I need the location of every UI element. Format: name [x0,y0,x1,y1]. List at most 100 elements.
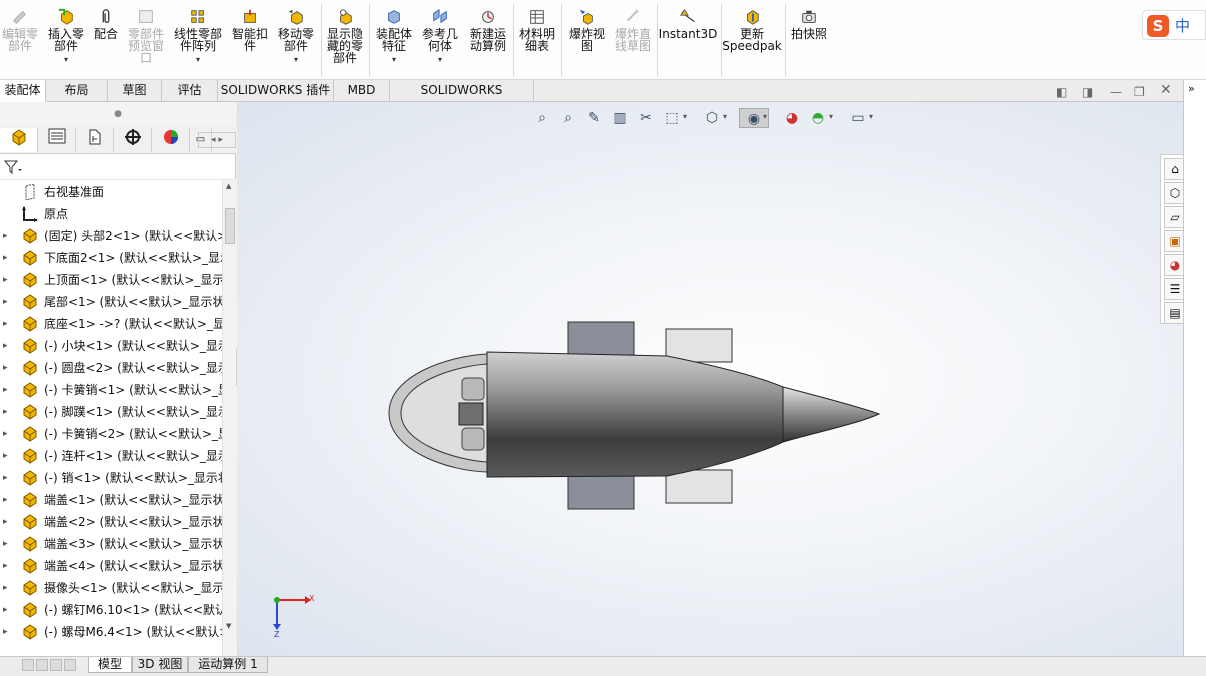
tree-row[interactable]: ▸ (-) 螺钉M6.10<1> (默认<<默认 [0,599,222,621]
tab-assembly[interactable]: 装配体 [0,80,46,102]
restore-icon[interactable]: ❐ [1134,86,1145,98]
tab-layout[interactable]: 布局 [46,80,108,102]
fin-top-left[interactable] [567,321,635,356]
tree-row[interactable]: ▸ (-) 销<1> (默认<<默认>_显示状 [0,467,222,489]
view-settings-icon[interactable]: ▭ [847,108,869,128]
expand-arrow-icon[interactable]: ▸ [3,225,11,247]
assembly-features-button[interactable]: 装配体 特征 ▾ [372,2,416,78]
tree-scrollbar[interactable]: ▲ ▼ [222,180,236,656]
tree-row[interactable]: ▸ 下底面2<1> (默认<<默认>_显示 [0,247,222,269]
instant3d-button[interactable]: Instant3D [658,2,718,78]
property-manager-tab-icon[interactable] [38,128,76,152]
last-tab-icon[interactable] [64,659,76,671]
expand-arrow-icon[interactable]: ▸ [3,577,11,599]
expand-arrow-icon[interactable]: ▸ [3,247,11,269]
servo-top[interactable] [461,377,485,401]
minimize-icon[interactable]: — [1110,86,1122,98]
tree-row[interactable]: ▸ 端盖<1> (默认<<默认>_显示状 [0,489,222,511]
expand-arrow-icon[interactable]: ▸ [3,423,11,445]
expand-arrow-icon[interactable]: ▸ [3,533,11,555]
tree-row[interactable]: ▸ 端盖<4> (默认<<默认>_显示状 [0,555,222,577]
tree-row[interactable]: 右视基准面 [0,181,222,203]
edit-component-button[interactable]: 编辑零 部件 [0,2,40,78]
mate-button[interactable]: 配合 [90,2,122,78]
fin-bottom-left[interactable] [567,475,635,510]
expand-arrow-icon[interactable]: ▸ [3,621,11,643]
next-tab-icon[interactable] [50,659,62,671]
zoom-to-fit-icon[interactable]: ⌕ [531,108,553,128]
move-component-dropdown-icon[interactable]: ▾ [274,54,318,66]
snapshot-button[interactable]: 拍快照 [786,2,832,78]
tree-row[interactable]: ▸ 上顶面<1> (默认<<默认>_显示 [0,269,222,291]
tree-row[interactable]: ▸ (-) 圆盘<2> (默认<<默认>_显示 [0,357,222,379]
graphics-area[interactable]: ⌕ ⌕ ✎ ▥ ✂ ⬚ ▾ ⬡ ▾ ◉ ▾ ◕ ◓ ▾ ▭ ▾ X Z [237,102,1183,656]
apply-scene-icon[interactable]: ◓ [807,108,829,128]
tree-row[interactable]: ▸ (-) 卡簧销<2> (默认<<默认>_显 [0,423,222,445]
tile-right-icon[interactable]: ◨ [1082,86,1093,98]
main-body[interactable] [486,351,784,478]
first-tab-icon[interactable] [22,659,34,671]
tab-evaluate[interactable]: 评估 [162,80,218,102]
reference-geometry-button[interactable]: 参考几 何体 ▾ [418,2,462,78]
insert-component-button[interactable]: 插入零 部件 ▾ [44,2,88,78]
expand-arrow-icon[interactable]: ▸ [3,291,11,313]
dimxpert-tab-icon[interactable] [114,128,152,152]
expand-arrow-icon[interactable]: ▸ [3,269,11,291]
tree-row[interactable]: ▸ 尾部<1> (默认<<默认>_显示状 [0,291,222,313]
panel-grip-icon[interactable]: ● [0,102,236,126]
tab-motion-study-1[interactable]: 运动算例 1 [188,657,268,673]
tree-row[interactable]: ▸ 摄像头<1> (默认<<默认>_显示 [0,577,222,599]
smart-fasteners-button[interactable]: 智能扣 件 [228,2,272,78]
tile-left-icon[interactable]: ◧ [1056,86,1067,98]
expand-arrow-icon[interactable]: ▸ [3,445,11,467]
scene-dropdown-icon[interactable]: ▾ [829,112,833,121]
tree-scroll-thumb[interactable] [225,208,235,244]
ime-indicator[interactable]: S 中 [1142,10,1206,40]
feature-manager-tab-icon[interactable] [0,128,38,152]
fin-bottom-right[interactable] [665,469,733,504]
tree-row[interactable]: ▸ (-) 螺母M6.4<1> (默认<<默认>_ [0,621,222,643]
tree-filter[interactable] [0,154,236,180]
show-hidden-button[interactable]: 显示隐 藏的零 部件 [322,2,368,78]
tree-row[interactable]: ▸ (-) 连杆<1> (默认<<默认>_显示 [0,445,222,467]
prev-tab-icon[interactable] [36,659,48,671]
fin-top-right[interactable] [665,328,733,363]
move-component-button[interactable]: 移动零 部件 ▾ [274,2,318,78]
robot-fish-model[interactable] [387,320,883,510]
tree-row[interactable]: ▸ (-) 脚蹼<1> (默认<<默认>_显示 [0,401,222,423]
tree-row[interactable]: 原点 [0,203,222,225]
expand-task-pane-icon[interactable]: » [1188,82,1195,95]
tree-row[interactable]: ▸ 端盖<3> (默认<<默认>_显示状 [0,533,222,555]
display-style-icon[interactable]: ⬡ [701,108,723,128]
scroll-down-icon[interactable]: ▼ [226,622,231,630]
update-speedpak-button[interactable]: 更新 Speedpak [722,2,782,78]
component-preview-button[interactable]: 零部件 预览窗 口 [124,2,168,78]
tab-3d-views[interactable]: 3D 视图 [132,657,188,673]
display-style-dropdown-icon[interactable]: ▾ [723,112,727,121]
edit-appearance-icon[interactable]: ◕ [781,108,803,128]
configuration-manager-tab-icon[interactable] [76,128,114,152]
linear-pattern-dropdown-icon[interactable]: ▾ [170,54,226,66]
close-icon[interactable]: ✕ [1160,83,1172,97]
expand-arrow-icon[interactable]: ▸ [3,357,11,379]
tab-addins[interactable]: SOLIDWORKS 插件 [218,80,334,102]
expand-arrow-icon[interactable]: ▸ [3,555,11,577]
section-view-icon[interactable]: ▥ [609,108,631,128]
view-orientation-dropdown-icon[interactable]: ▾ [683,112,687,121]
expand-arrow-icon[interactable]: ▸ [3,511,11,533]
tree-row[interactable]: ▸ (-) 小块<1> (默认<<默认>_显示 [0,335,222,357]
expand-arrow-icon[interactable]: ▸ [3,379,11,401]
camera-module[interactable] [458,402,484,426]
tab-inspection[interactable]: SOLIDWORKS Inspection [390,80,534,118]
expand-arrow-icon[interactable]: ▸ [3,489,11,511]
reference-geometry-dropdown-icon[interactable]: ▾ [418,54,462,66]
tab-sketch[interactable]: 草图 [108,80,162,102]
exploded-view-button[interactable]: 爆炸视 图 [564,2,610,78]
linear-pattern-button[interactable]: 线性零部 件阵列 ▾ [170,2,226,78]
tree-row[interactable]: ▸ 底座<1> ->? (默认<<默认>_显 [0,313,222,335]
explode-line-sketch-button[interactable]: 爆炸直 线草图 [610,2,656,78]
expand-arrow-icon[interactable]: ▸ [3,401,11,423]
display-manager-tab-icon[interactable] [152,128,190,152]
expand-arrow-icon[interactable]: ▸ [3,599,11,621]
view-settings-dropdown-icon[interactable]: ▾ [869,112,873,121]
